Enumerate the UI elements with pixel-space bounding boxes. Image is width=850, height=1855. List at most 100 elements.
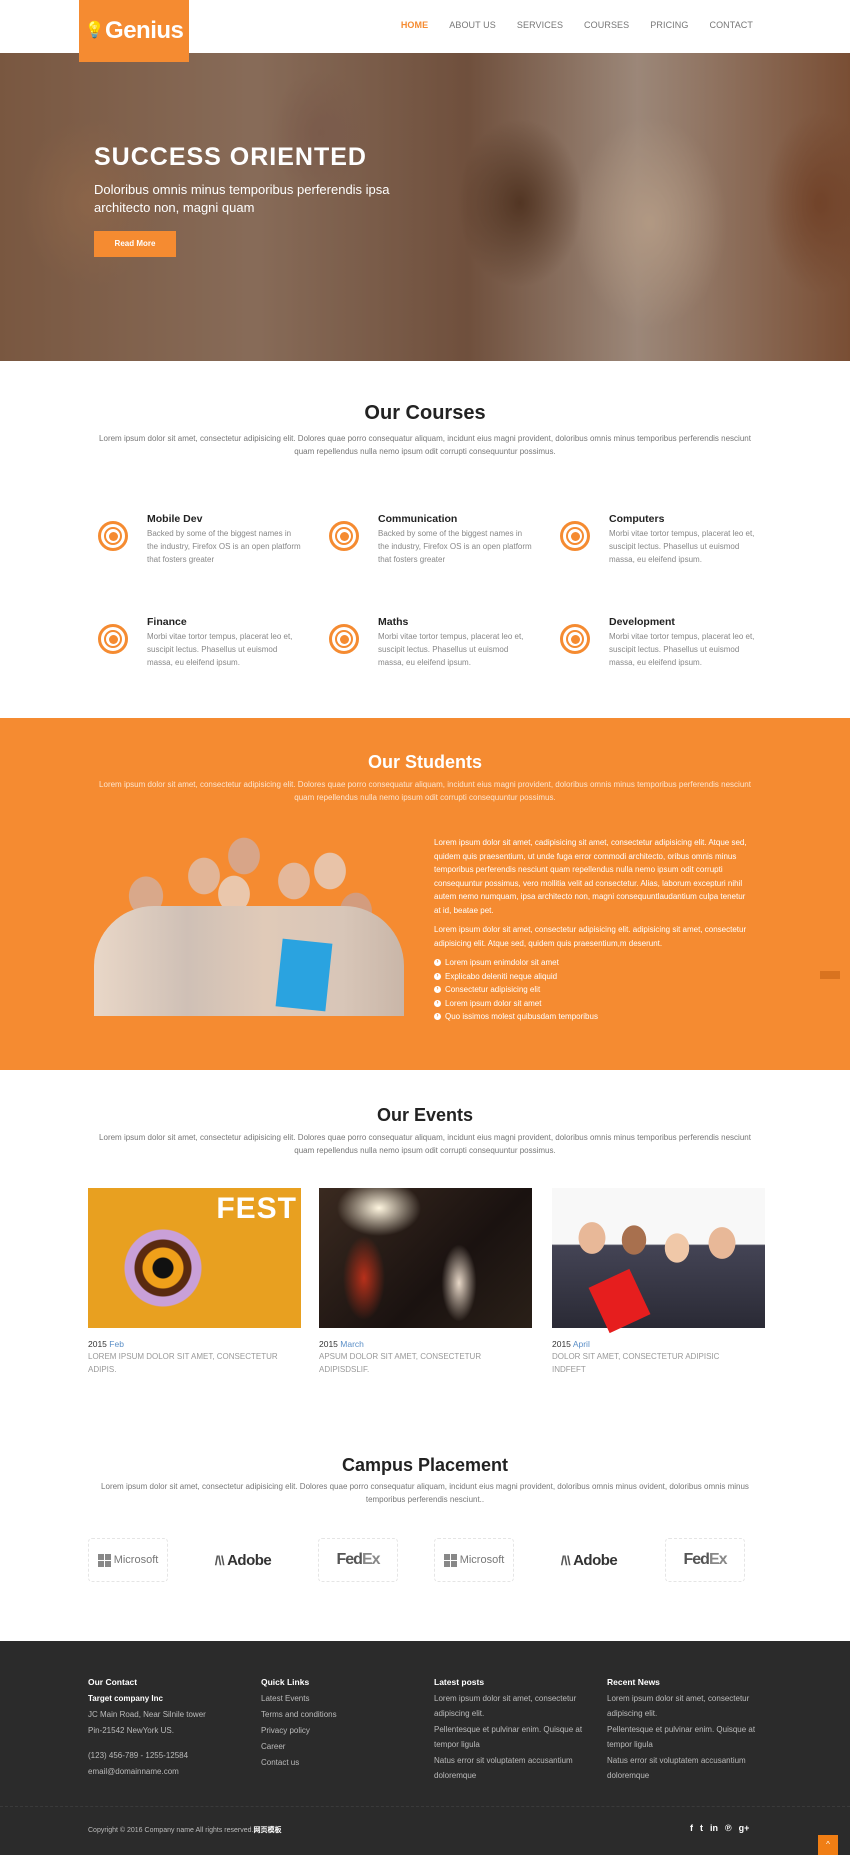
- students-bodies: [94, 906, 404, 1016]
- footer-heading: Quick Links: [261, 1677, 310, 1687]
- students-para-2: Lorem ipsum dolor sit amet, consectetur …: [434, 925, 747, 948]
- course-item[interactable]: Development Morbi vitae tortor tempus, p…: [560, 616, 760, 669]
- microsoft-icon: [443, 1553, 457, 1567]
- blue-book: [275, 938, 333, 1012]
- course-title: Computers: [609, 513, 665, 525]
- event-text: LOREM IPSUM DOLOR SIT AMET, CONSECTETUR …: [88, 1352, 278, 1374]
- link-privacy[interactable]: Privacy policy: [261, 1723, 426, 1739]
- news-item[interactable]: Pellentesque et pulvinar enim. Quisque a…: [607, 1722, 772, 1752]
- footer-heading: Recent News: [607, 1677, 660, 1687]
- partner-logo-fedex[interactable]: FedEx: [318, 1538, 398, 1582]
- address-line-1: JC Main Road, Near Silnile tower: [88, 1710, 206, 1719]
- partner-logo-microsoft[interactable]: Microsoft: [434, 1538, 514, 1582]
- placement-title: Campus Placement: [341, 1455, 509, 1475]
- course-item[interactable]: Computers Morbi vitae tortor tempus, pla…: [560, 513, 760, 566]
- placement-desc: Lorem ipsum dolor sit amet, consectetur …: [101, 1482, 749, 1504]
- courses-title: Our Courses: [364, 402, 486, 424]
- twitter-icon[interactable]: t: [700, 1823, 703, 1833]
- target-icon: [98, 624, 128, 654]
- arrow-circle-icon: ›: [434, 1013, 441, 1021]
- nav-about-us[interactable]: ABOUT US: [449, 20, 496, 30]
- event-date: 2015 April: [552, 1339, 590, 1349]
- event-card[interactable]: 2015 March APSUM DOLOR SIT AMET, CONSECT…: [319, 1188, 532, 1376]
- course-title: Finance: [147, 616, 187, 628]
- event-image-students[interactable]: [552, 1188, 765, 1334]
- nav-courses[interactable]: COURSES: [584, 20, 629, 30]
- list-item: › Lorem ipsum dolor sit amet: [434, 997, 754, 1011]
- students-list: › Lorem ipsum enimdolor sit amet › Explica…: [434, 956, 754, 1024]
- course-item[interactable]: Communication Backed by some of the bigg…: [329, 513, 532, 566]
- link-career[interactable]: Career: [261, 1739, 426, 1755]
- arrow-circle-icon: ›: [434, 972, 441, 980]
- facebook-icon[interactable]: f: [690, 1823, 693, 1833]
- news-item[interactable]: Natus error sit voluptatem accusantium d…: [607, 1753, 772, 1783]
- event-image-fest[interactable]: FEST: [88, 1188, 301, 1328]
- arrow-circle-icon: ›: [434, 999, 441, 1007]
- partner-logo-microsoft[interactable]: Microsoft: [88, 1538, 168, 1582]
- google-plus-icon[interactable]: g+: [739, 1823, 750, 1833]
- footer-contact: Our Contact Target company Inc JC Main R…: [88, 1675, 253, 1780]
- copyright-link[interactable]: 网页模板: [253, 1827, 281, 1834]
- event-date: 2015 Feb: [88, 1339, 124, 1349]
- post-item[interactable]: Pellentesque et pulvinar enim. Quisque a…: [434, 1722, 599, 1752]
- list-item: › Explicabo deleniti neque aliquid: [434, 970, 754, 984]
- pinterest-icon[interactable]: ℗: [725, 1823, 732, 1833]
- students-title: Our Students: [367, 752, 482, 772]
- course-item[interactable]: Finance Morbi vitae tortor tempus, place…: [98, 616, 298, 669]
- fedex-logo: FedEx: [683, 1551, 727, 1568]
- nav-contact[interactable]: CONTACT: [709, 20, 753, 30]
- news-item[interactable]: Lorem ipsum dolor sit amet, consectetur …: [607, 1691, 772, 1721]
- post-item[interactable]: Natus error sit voluptatem accusantium d…: [434, 1753, 599, 1783]
- post-item[interactable]: Lorem ipsum dolor sit amet, consectetur …: [434, 1691, 599, 1721]
- hero-content: SUCCESS ORIENTED Doloribus omnis minus t…: [94, 143, 404, 257]
- footer-latest-posts: Latest posts Lorem ipsum dolor sit amet,…: [434, 1675, 599, 1784]
- students-group-image: [94, 836, 404, 1016]
- address-line-2: Pin-21542 NewYork US.: [88, 1726, 174, 1735]
- course-text: Morbi vitae tortor tempus, placerat leo …: [609, 529, 755, 564]
- hero-subtitle: Doloribus omnis minus temporibus perfere…: [94, 182, 390, 215]
- course-text: Morbi vitae tortor tempus, placerat leo …: [147, 632, 293, 667]
- students-desc: Lorem ipsum dolor sit amet, consectetur …: [99, 780, 751, 802]
- course-text: Backed by some of the biggest names in t…: [378, 529, 532, 564]
- email[interactable]: email@domainname.com: [88, 1764, 253, 1779]
- partner-logo-fedex[interactable]: FedEx: [665, 1538, 745, 1582]
- event-card[interactable]: 2015 April DOLOR SIT AMET, CONSECTETUR A…: [552, 1188, 765, 1376]
- nav-home[interactable]: HOME: [401, 20, 428, 30]
- linkedin-icon[interactable]: in: [710, 1823, 718, 1833]
- event-image-concert[interactable]: [319, 1188, 532, 1328]
- logo[interactable]: 💡 Genius: [79, 0, 189, 62]
- course-text: Morbi vitae tortor tempus, placerat leo …: [378, 632, 524, 667]
- course-text: Morbi vitae tortor tempus, placerat leo …: [609, 632, 755, 667]
- nav-services[interactable]: SERVICES: [517, 20, 563, 30]
- main-nav: HOME ABOUT US SERVICES COURSES PRICING C…: [380, 20, 753, 30]
- fedex-logo: FedEx: [336, 1551, 380, 1568]
- link-contact-us[interactable]: Contact us: [261, 1755, 426, 1771]
- side-tab[interactable]: [820, 971, 840, 979]
- arrow-circle-icon: ›: [434, 986, 441, 994]
- read-more-button[interactable]: Read More: [94, 231, 176, 257]
- course-item[interactable]: Maths Morbi vitae tortor tempus, placera…: [329, 616, 529, 669]
- phone: (123) 456-789 - 1255-12584: [88, 1751, 189, 1760]
- company-name: Target company Inc: [88, 1694, 163, 1703]
- target-icon: [98, 521, 128, 551]
- link-latest-events[interactable]: Latest Events: [261, 1691, 426, 1707]
- link-terms[interactable]: Terms and conditions: [261, 1707, 426, 1723]
- event-date: 2015 March: [319, 1339, 364, 1349]
- nav-pricing[interactable]: PRICING: [650, 20, 688, 30]
- microsoft-icon: [97, 1553, 111, 1567]
- social-links: f t in ℗ g+: [690, 1823, 749, 1833]
- footer-recent-news: Recent News Lorem ipsum dolor sit amet, …: [607, 1675, 772, 1784]
- arrow-circle-icon: ›: [434, 959, 441, 967]
- hero-title: SUCCESS ORIENTED: [94, 143, 367, 171]
- site-footer: Our Contact Target company Inc JC Main R…: [0, 1641, 850, 1855]
- students-section: Our Students Lorem ipsum dolor sit amet,…: [0, 718, 850, 1070]
- event-card[interactable]: FEST 2015 Feb LOREM IPSUM DOLOR SIT AMET…: [88, 1188, 301, 1376]
- partner-logo-adobe[interactable]: /\\ Adobe: [549, 1538, 629, 1582]
- course-text: Backed by some of the biggest names in t…: [147, 529, 301, 564]
- event-text: DOLOR SIT AMET, CONSECTETUR ADIPISIC IND…: [552, 1352, 720, 1374]
- scroll-to-top-button[interactable]: ^: [818, 1835, 838, 1855]
- list-item: › Consectetur adipisicing elit: [434, 983, 754, 997]
- students-para-1: Lorem ipsum dolor sit amet, cadipisicing…: [434, 838, 747, 915]
- partner-logo-adobe[interactable]: /\\ Adobe: [203, 1538, 283, 1582]
- course-item[interactable]: Mobile Dev Backed by some of the biggest…: [98, 513, 301, 566]
